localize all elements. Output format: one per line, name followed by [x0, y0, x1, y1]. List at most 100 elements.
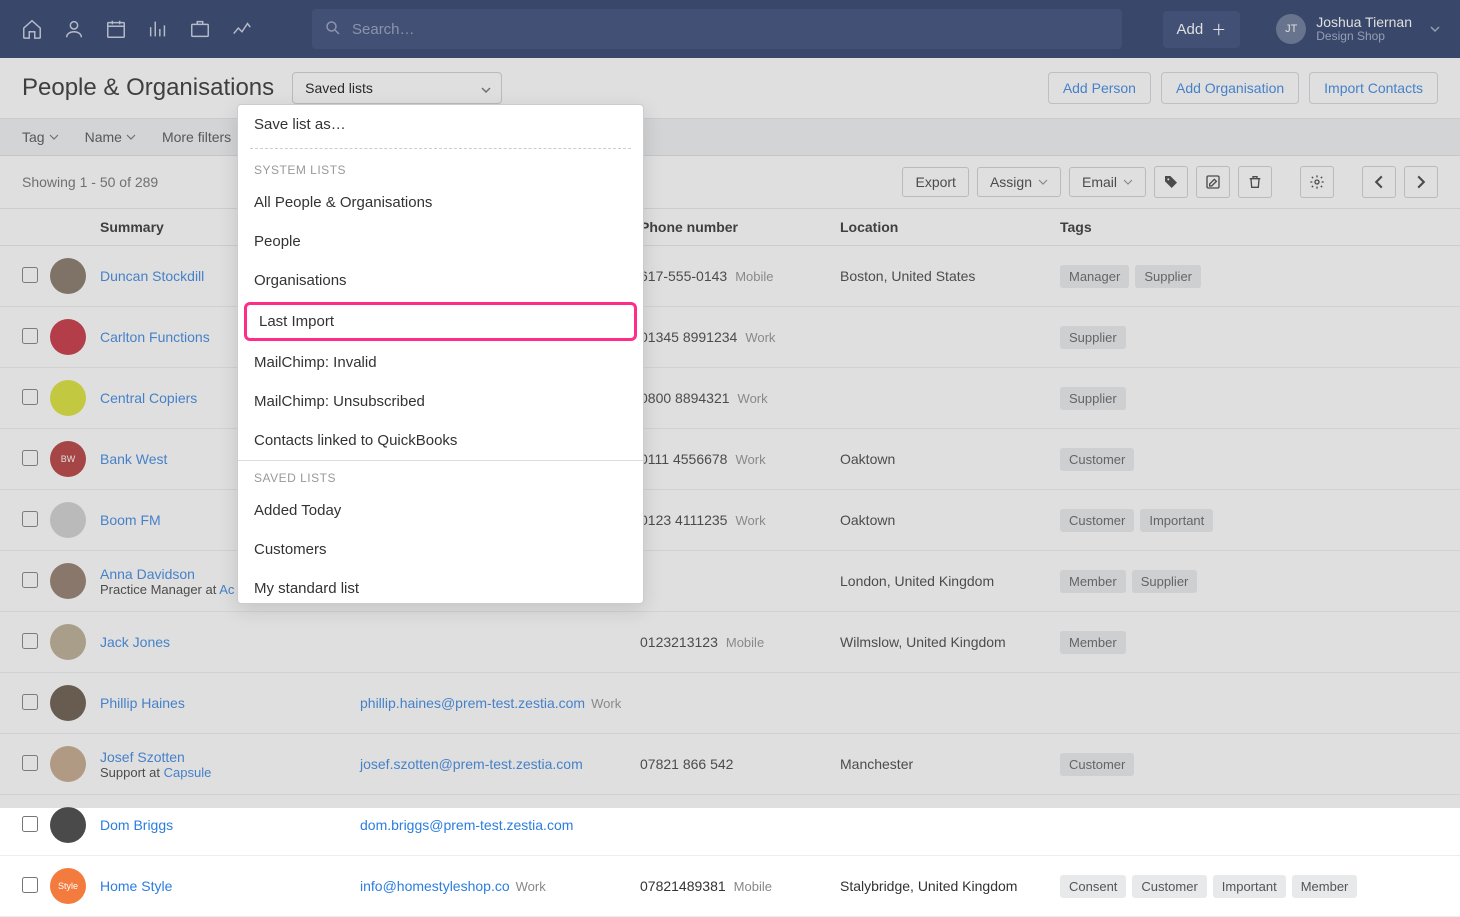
- table-row: Jack Jones0123213123MobileWilmslow, Unit…: [0, 612, 1460, 673]
- dropdown-item[interactable]: MailChimp: Unsubscribed: [238, 382, 643, 421]
- tag-pill[interactable]: Supplier: [1132, 570, 1198, 593]
- dropdown-item[interactable]: Organisations: [238, 261, 643, 300]
- assign-button[interactable]: Assign: [977, 167, 1061, 197]
- table-row: Carlton Functions01345 8991234WorkSuppli…: [0, 307, 1460, 368]
- contact-name-link[interactable]: Carlton Functions: [100, 329, 210, 345]
- row-checkbox[interactable]: [22, 633, 38, 649]
- tag-pill[interactable]: Manager: [1060, 265, 1129, 288]
- dropdown-item[interactable]: My standard list: [238, 569, 643, 604]
- row-checkbox[interactable]: [22, 694, 38, 710]
- email-link[interactable]: phillip.haines@prem-test.zestia.com: [360, 695, 585, 711]
- email-button[interactable]: Email: [1069, 167, 1146, 197]
- person-icon[interactable]: [62, 17, 86, 41]
- tag-pill[interactable]: Important: [1213, 875, 1286, 898]
- saved-lists-select[interactable]: Saved lists: [292, 72, 502, 104]
- row-checkbox[interactable]: [22, 267, 38, 283]
- dropdown-save-as[interactable]: Save list as…: [238, 105, 643, 144]
- row-checkbox[interactable]: [22, 389, 38, 405]
- briefcase-icon[interactable]: [188, 17, 212, 41]
- dropdown-item[interactable]: Customers: [238, 530, 643, 569]
- row-checkbox[interactable]: [22, 816, 38, 832]
- table-row: Duncan Stockdill617-555-0143MobileBoston…: [0, 246, 1460, 307]
- table-row: Phillip Haines phillip.haines@prem-test.z…: [0, 673, 1460, 734]
- contact-org-link[interactable]: Ac: [219, 582, 234, 597]
- email-link[interactable]: dom.briggs@prem-test.zestia.com: [360, 817, 573, 833]
- chevron-down-icon: [481, 85, 491, 95]
- location: Wilmslow, United Kingdom: [840, 634, 1060, 650]
- contact-name-link[interactable]: Home Style: [100, 878, 172, 894]
- table-header: Summary Phone number Location Tags: [0, 209, 1460, 246]
- filter-more[interactable]: More filters: [162, 129, 231, 145]
- home-icon[interactable]: [20, 17, 44, 41]
- search-box: [312, 9, 1122, 49]
- filter-tag[interactable]: Tag: [22, 129, 59, 145]
- import-contacts-button[interactable]: Import Contacts: [1309, 72, 1438, 104]
- user-menu[interactable]: JT Joshua Tiernan Design Shop: [1276, 14, 1440, 44]
- settings-icon-button[interactable]: [1300, 166, 1334, 198]
- row-checkbox[interactable]: [22, 328, 38, 344]
- contact-name-link[interactable]: Anna Davidson: [100, 566, 195, 582]
- contact-name-link[interactable]: Dom Briggs: [100, 817, 173, 833]
- tag-pill[interactable]: Customer: [1060, 448, 1134, 471]
- col-location: Location: [840, 219, 1060, 235]
- filter-name[interactable]: Name: [85, 129, 136, 145]
- row-checkbox[interactable]: [22, 450, 38, 466]
- phone-number: 07821489381: [640, 878, 726, 894]
- plus-icon: ＋: [1211, 19, 1226, 40]
- table-row: Central Copiers0800 8894321WorkSupplier: [0, 368, 1460, 429]
- user-org: Design Shop: [1316, 30, 1412, 44]
- contact-org-link[interactable]: Capsule: [164, 765, 212, 780]
- prev-page-button[interactable]: [1362, 166, 1396, 198]
- tag-pill[interactable]: Member: [1060, 631, 1126, 654]
- add-organisation-button[interactable]: Add Organisation: [1161, 72, 1299, 104]
- tag-pill[interactable]: Supplier: [1060, 326, 1126, 349]
- contact-name-link[interactable]: Boom FM: [100, 512, 161, 528]
- contact-name-link[interactable]: Central Copiers: [100, 390, 197, 406]
- tag-pill[interactable]: Supplier: [1060, 387, 1126, 410]
- add-person-button[interactable]: Add Person: [1048, 72, 1151, 104]
- calendar-icon[interactable]: [104, 17, 128, 41]
- chart-line-icon[interactable]: [230, 17, 254, 41]
- export-button[interactable]: Export: [902, 167, 968, 197]
- contact-name-link[interactable]: Bank West: [100, 451, 167, 467]
- tag-pill[interactable]: Customer: [1060, 753, 1134, 776]
- tag-pill[interactable]: Consent: [1060, 875, 1126, 898]
- tag-pill[interactable]: Important: [1140, 509, 1213, 532]
- dropdown-item[interactable]: All People & Organisations: [238, 183, 643, 222]
- contact-name-link[interactable]: Josef Szotten: [100, 749, 185, 765]
- tag-pill[interactable]: Customer: [1132, 875, 1206, 898]
- location: Oaktown: [840, 512, 1060, 528]
- chevron-down-icon: [1038, 177, 1048, 187]
- col-tags: Tags: [1060, 219, 1438, 235]
- row-checkbox[interactable]: [22, 511, 38, 527]
- stats-icon[interactable]: [146, 17, 170, 41]
- dropdown-item[interactable]: Added Today: [238, 491, 643, 530]
- email-link[interactable]: josef.szotten@prem-test.zestia.com: [360, 756, 583, 772]
- delete-icon-button[interactable]: [1238, 166, 1272, 198]
- phone-type: Work: [735, 513, 765, 528]
- next-page-button[interactable]: [1404, 166, 1438, 198]
- tag-pill[interactable]: Member: [1292, 875, 1358, 898]
- edit-icon-button[interactable]: [1196, 166, 1230, 198]
- phone-number: 0111 4556678: [640, 451, 727, 467]
- row-checkbox[interactable]: [22, 755, 38, 771]
- dropdown-item[interactable]: People: [238, 222, 643, 261]
- tag-pill[interactable]: Customer: [1060, 509, 1134, 532]
- dropdown-system-header: SYSTEM LISTS: [238, 153, 643, 183]
- contact-name-link[interactable]: Duncan Stockdill: [100, 268, 204, 284]
- row-checkbox[interactable]: [22, 572, 38, 588]
- add-button[interactable]: Add＋: [1163, 11, 1241, 48]
- tag-pill[interactable]: Member: [1060, 570, 1126, 593]
- dropdown-item[interactable]: Last Import: [244, 302, 637, 341]
- dropdown-item[interactable]: MailChimp: Invalid: [238, 343, 643, 382]
- phone-number: 617-555-0143: [640, 268, 727, 284]
- email-link[interactable]: info@homestyleshop.co: [360, 878, 510, 894]
- row-checkbox[interactable]: [22, 877, 38, 893]
- dropdown-item[interactable]: Contacts linked to QuickBooks: [238, 421, 643, 460]
- tag-pill[interactable]: Supplier: [1135, 265, 1201, 288]
- tag-icon-button[interactable]: [1154, 166, 1188, 198]
- search-input[interactable]: [312, 9, 1122, 49]
- contact-name-link[interactable]: Phillip Haines: [100, 695, 185, 711]
- table-row: BWBank West0111 4556678WorkOaktownCustom…: [0, 429, 1460, 490]
- contact-name-link[interactable]: Jack Jones: [100, 634, 170, 650]
